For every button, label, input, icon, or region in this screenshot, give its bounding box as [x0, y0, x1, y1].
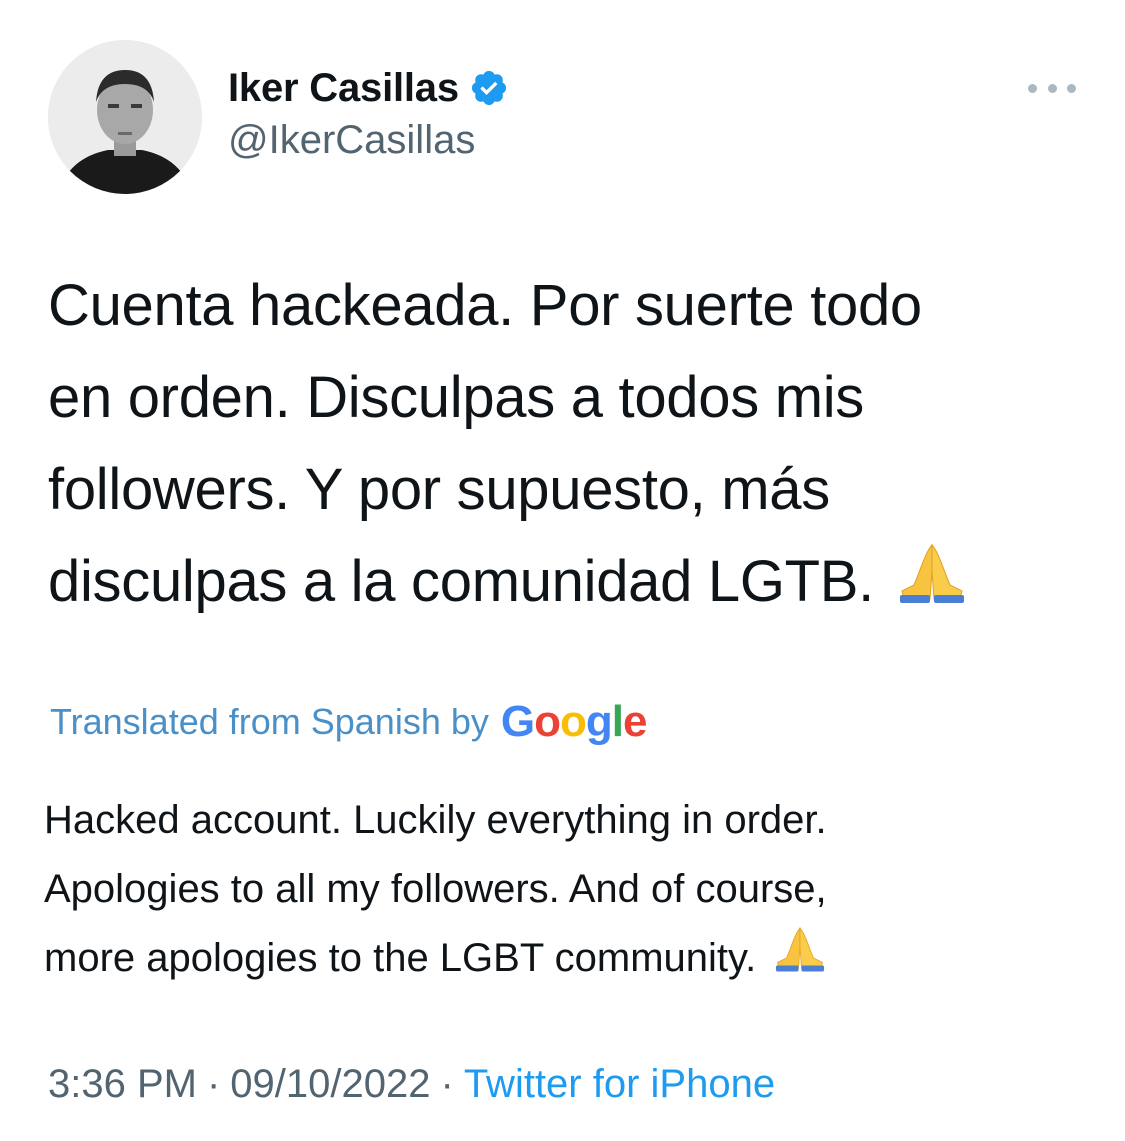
author-name-row[interactable]: Iker Casillas — [228, 64, 509, 112]
ellipsis-dot-icon — [1067, 83, 1076, 93]
author-handle[interactable]: @IkerCasillas — [228, 118, 475, 163]
ellipsis-dot-icon — [1028, 83, 1037, 93]
tweet-text-line-last: disculpas a la comunidad LGTB. — [48, 536, 1088, 632]
folded-hands-icon — [896, 540, 968, 632]
tweet-text: Cuenta hackeada. Por suerte todo en orde… — [48, 260, 1088, 632]
tweet-text-line: disculpas a la comunidad LGTB. — [48, 549, 874, 614]
translated-text-line: Apologies to all my followers. And of co… — [44, 867, 827, 911]
google-logo: Google — [500, 697, 648, 746]
more-options-button[interactable] — [1028, 78, 1076, 98]
tweet: Iker Casillas @IkerCasillas Cuenta hacke… — [0, 0, 1125, 1141]
tweet-meta: 3:36 PM · 09/10/2022 · Twitter for iPhon… — [48, 1058, 775, 1110]
meta-separator: · — [440, 1061, 454, 1106]
translated-label: Translated from Spanish by — [50, 701, 489, 742]
tweet-text-line: Cuenta hackeada. Por suerte todo — [48, 273, 922, 338]
tweet-text-line: followers. Y por supuesto, más — [48, 457, 830, 522]
tweet-source-link[interactable]: Twitter for iPhone — [464, 1062, 775, 1107]
tweet-date[interactable]: 09/10/2022 — [230, 1062, 430, 1107]
meta-separator: · — [206, 1061, 221, 1106]
folded-hands-icon — [773, 924, 827, 996]
avatar[interactable] — [48, 40, 202, 194]
translated-text-line: Hacked account. Luckily everything in or… — [44, 798, 827, 842]
tweet-text-line: en orden. Disculpas a todos mis — [48, 365, 865, 430]
profile-photo-icon — [48, 40, 202, 194]
translated-by-link[interactable]: Translated from Spanish by Google — [50, 694, 648, 750]
author-display-name[interactable]: Iker Casillas — [228, 66, 459, 111]
translated-text-line: more apologies to the LGBT community. — [44, 936, 757, 980]
translated-text-line-last: more apologies to the LGBT community. — [44, 924, 1084, 996]
translated-text: Hacked account. Luckily everything in or… — [44, 786, 1084, 996]
verified-badge-icon — [471, 70, 506, 106]
ellipsis-dot-icon — [1047, 83, 1057, 93]
tweet-time[interactable]: 3:36 PM — [48, 1062, 197, 1107]
